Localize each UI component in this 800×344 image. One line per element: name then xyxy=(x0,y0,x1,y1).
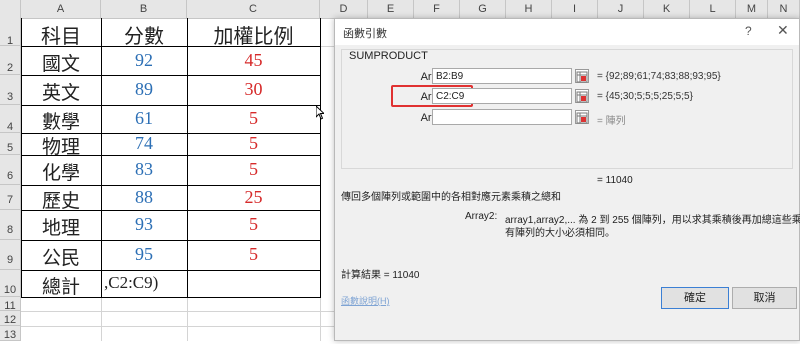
subject-cell[interactable]: 公民 xyxy=(21,243,101,270)
row-header-1[interactable]: 1 xyxy=(0,18,21,47)
dialog-title: 函數引數 xyxy=(343,28,387,40)
collapse-range-icon[interactable] xyxy=(575,69,589,83)
header-weight-cell[interactable]: 加權比例 xyxy=(187,20,320,49)
row-header-10[interactable]: 10 xyxy=(0,270,21,297)
score-cell[interactable]: 89 xyxy=(101,79,187,100)
column-header-b[interactable]: B xyxy=(101,0,187,18)
table-border xyxy=(21,240,321,241)
row-header-4[interactable]: 4 xyxy=(0,105,21,133)
cancel-button[interactable]: 取消 xyxy=(732,287,797,309)
column-header-d[interactable]: D xyxy=(320,0,368,18)
grid-line xyxy=(21,311,334,312)
row-header-9[interactable]: 9 xyxy=(0,240,21,270)
weight-cell[interactable]: 5 xyxy=(187,159,320,180)
function-help-link[interactable]: 函數說明(H) xyxy=(341,294,390,307)
ok-button[interactable]: 確定 xyxy=(661,287,729,309)
column-header-k[interactable]: K xyxy=(644,0,690,18)
subject-cell[interactable]: 地理 xyxy=(21,213,101,240)
array2-input[interactable] xyxy=(432,88,572,104)
weight-cell[interactable]: 5 xyxy=(187,244,320,265)
row-header-5[interactable]: 5 xyxy=(0,133,21,155)
weight-cell[interactable]: 30 xyxy=(187,79,320,100)
column-header-c[interactable]: C xyxy=(187,0,320,18)
weight-cell[interactable]: 45 xyxy=(187,50,320,71)
dialog-titlebar[interactable]: 函數引數 ? ✕ xyxy=(335,19,799,45)
close-icon[interactable]: ✕ xyxy=(777,22,789,39)
header-subject-cell[interactable]: 科目 xyxy=(21,20,101,49)
select-all-corner[interactable] xyxy=(0,0,21,18)
collapse-range-icon[interactable] xyxy=(575,110,589,124)
weight-cell[interactable]: 5 xyxy=(187,108,320,129)
arg-description-line: 有陣列的大小必須相同。 xyxy=(505,228,615,239)
function-arguments-dialog: 函數引數 ? ✕ SUMPRODUCT Array1 = {92;89;61;7… xyxy=(334,18,800,341)
weight-cell[interactable]: 5 xyxy=(187,214,320,235)
subject-cell[interactable]: 國文 xyxy=(21,49,101,76)
array3-result: = 陣列 xyxy=(597,116,626,127)
score-cell[interactable]: 83 xyxy=(101,159,187,180)
array1-input[interactable] xyxy=(432,68,572,84)
collapse-range-icon[interactable] xyxy=(575,89,589,103)
array3-input[interactable] xyxy=(432,109,572,125)
column-header-i[interactable]: I xyxy=(552,0,598,18)
score-cell[interactable]: 95 xyxy=(101,244,187,265)
subject-cell[interactable]: 歷史 xyxy=(21,186,101,213)
weight-cell[interactable]: 5 xyxy=(187,133,320,154)
header-score-cell[interactable]: 分數 xyxy=(101,20,187,49)
function-description: 傳回多個陣列或範圍中的各相對應元素乘積之總和 xyxy=(341,192,561,203)
row-header-3[interactable]: 3 xyxy=(0,75,21,105)
table-border xyxy=(21,270,321,271)
function-name: SUMPRODUCT xyxy=(347,50,430,62)
table-border xyxy=(21,105,321,106)
subject-cell[interactable]: 英文 xyxy=(21,78,101,105)
score-cell[interactable]: 88 xyxy=(101,187,187,208)
arg-description-label: Array2: xyxy=(465,211,498,222)
column-header-a[interactable]: A xyxy=(21,0,101,18)
column-header-h[interactable]: H xyxy=(506,0,552,18)
row-header-13[interactable]: 13 xyxy=(0,326,21,341)
array2-result: = {45;30;5;5;5;25;5;5} xyxy=(597,91,693,102)
total-label-cell[interactable]: 總計 xyxy=(21,272,101,299)
function-total-result: = 11040 xyxy=(597,175,633,186)
mouse-cursor-icon xyxy=(316,106,324,120)
column-header-m[interactable]: M xyxy=(736,0,768,18)
score-cell[interactable]: 61 xyxy=(101,108,187,129)
grid-line xyxy=(21,326,334,327)
column-header-l[interactable]: L xyxy=(690,0,736,18)
row-header-11[interactable]: 11 xyxy=(0,297,21,312)
row-header-8[interactable]: 8 xyxy=(0,210,21,240)
column-header-g[interactable]: G xyxy=(460,0,506,18)
score-cell[interactable]: 93 xyxy=(101,214,187,235)
score-cell[interactable]: 92 xyxy=(101,50,187,71)
table-border xyxy=(320,18,321,297)
score-cell[interactable]: 74 xyxy=(101,133,187,154)
subject-cell[interactable]: 化學 xyxy=(21,158,101,185)
help-icon[interactable]: ? xyxy=(745,24,752,38)
column-header-e[interactable]: E xyxy=(368,0,414,18)
subject-cell[interactable]: 物理 xyxy=(21,132,101,159)
array1-result: = {92;89;61;74;83;88;93;95} xyxy=(597,71,721,82)
row-header-2[interactable]: 2 xyxy=(0,46,21,75)
column-header-f[interactable]: F xyxy=(414,0,460,18)
column-header-n[interactable]: N xyxy=(768,0,800,18)
formula-cell[interactable]: ,C2:C9) xyxy=(104,273,187,293)
row-header-6[interactable]: 6 xyxy=(0,155,21,185)
row-header-12[interactable]: 12 xyxy=(0,311,21,326)
subject-cell[interactable]: 數學 xyxy=(21,107,101,134)
formula-result: 計算結果 = 11040 xyxy=(341,270,420,281)
row-header-7[interactable]: 7 xyxy=(0,185,21,210)
weight-cell[interactable]: 25 xyxy=(187,187,320,208)
column-header-j[interactable]: J xyxy=(598,0,644,18)
